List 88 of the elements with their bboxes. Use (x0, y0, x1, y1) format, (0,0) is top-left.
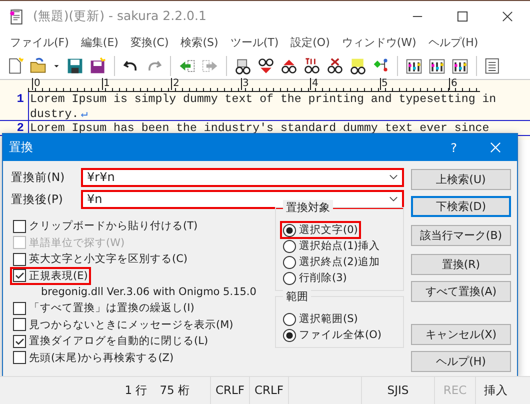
open-folder-icon[interactable] (29, 57, 47, 75)
radio-button[interactable] (283, 224, 296, 236)
common-settings-icon[interactable] (451, 57, 469, 75)
radio-button[interactable] (283, 312, 296, 326)
replace-icon[interactable] (303, 57, 321, 75)
clear-mark-icon[interactable] (326, 57, 344, 75)
dialog-button[interactable]: 置換(R) (411, 254, 511, 275)
ruler-number: 3 (240, 78, 249, 90)
menu-item[interactable]: 編集(E) (74, 34, 124, 50)
chevron-down-icon[interactable] (389, 196, 398, 202)
settings-icon[interactable] (405, 57, 423, 75)
ruler-number: 4 (310, 78, 318, 90)
dialog-button[interactable]: 該当行マーク(B) (411, 225, 511, 246)
radio-label[interactable]: 選択始点(1)挿入 (299, 239, 380, 253)
checkbox[interactable] (13, 220, 26, 233)
status-field: CRLF (249, 377, 288, 404)
line-end-mark: ↵ (80, 108, 88, 120)
text-line: dustry. ↵ (29, 106, 88, 120)
ruler-number: 2 (171, 78, 180, 90)
checkbox-label[interactable]: クリップボードから貼り付ける(T) (29, 219, 198, 234)
radio-label[interactable]: 選択範囲(S) (299, 312, 358, 326)
checkbox-label[interactable]: 正規表現(E) (29, 268, 88, 283)
app-icon (8, 8, 25, 24)
window-title: (無題)(更新) - sakura 2.2.0.1 (33, 8, 208, 24)
checkbox[interactable] (13, 269, 26, 282)
group-title: 置換対象 (283, 200, 333, 215)
combo-field[interactable]: ¥r¥n (81, 168, 404, 186)
type-settings-icon[interactable] (428, 57, 446, 75)
save-all-icon[interactable] (89, 57, 107, 75)
window-list-icon[interactable] (484, 57, 502, 75)
menu-item[interactable]: ウィンドウ(W) (336, 34, 422, 50)
mark-lines-icon[interactable] (349, 57, 367, 75)
binoculars-icon[interactable] (234, 57, 252, 75)
checkbox-label[interactable]: 「すべて置換」は置換の繰返し(I) (29, 301, 194, 316)
checkbox[interactable] (13, 302, 26, 315)
dialog-button[interactable]: 下検索(D) (411, 196, 511, 217)
checkbox-label[interactable]: 置換ダイアログを自動的に閉じる(L) (29, 334, 208, 348)
text-line: Lorem Ipsum has been the industry's standard dummy text ever since (29, 122, 490, 134)
back-arrow-icon[interactable] (178, 57, 196, 75)
ruler-number: 6 (449, 78, 458, 90)
field-label: 置換前(N) (11, 170, 66, 184)
radio-label[interactable]: ファイル全体(O) (299, 328, 382, 342)
chevron-down-icon[interactable] (389, 174, 398, 180)
status-field: 1 行 75 桁 (30, 377, 210, 404)
maximize-icon[interactable] (457, 10, 468, 22)
checkbox[interactable] (13, 252, 26, 266)
ruler-number: 1 (102, 78, 110, 90)
checkbox[interactable] (13, 334, 26, 348)
status-field: 挿入 (475, 377, 516, 404)
radio-label[interactable]: 選択終点(2)追加 (299, 255, 380, 269)
radio-button[interactable] (283, 240, 296, 252)
checkbox-label[interactable]: 英大文字と小文字を区別する(C) (29, 252, 188, 266)
radio-label[interactable]: 行削除(3) (299, 271, 347, 285)
field-label: 置換後(P) (11, 192, 64, 206)
group-title: 範囲 (283, 289, 311, 304)
dialog-button[interactable]: ヘルプ(H) (411, 351, 511, 372)
text-line: Lorem Ipsum is simply dummy text of the printing and typesetting in (29, 92, 496, 106)
checkbox[interactable] (13, 351, 26, 364)
radio-button[interactable] (283, 272, 296, 284)
menu-item[interactable]: 検索(S) (174, 34, 224, 50)
radio-button[interactable] (283, 328, 296, 342)
find-up-icon[interactable] (280, 57, 298, 75)
radio-label[interactable]: 選択文字(0) (299, 223, 358, 237)
new-file-icon[interactable] (6, 57, 24, 75)
menu-item[interactable]: 変換(C) (124, 34, 175, 50)
save-icon[interactable] (66, 57, 84, 75)
status-field: REC (434, 377, 475, 404)
dialog-title: 置換 (9, 139, 34, 156)
dialog-button[interactable]: すべて置換(A) (411, 281, 511, 302)
ruler-number: 0 (32, 78, 40, 90)
help-button[interactable]: ? (450, 140, 457, 154)
find-down-icon[interactable] (257, 57, 275, 75)
menu-item[interactable]: 設定(O) (284, 34, 336, 50)
library-note: bregonig.dll Ver.3.06 with Onigmo 5.15.0 (40, 285, 258, 300)
dialog-button[interactable]: キャンセル(X) (411, 324, 511, 345)
close-icon[interactable] (502, 10, 513, 22)
status-field: CRLF (210, 377, 249, 404)
menu-item[interactable]: ファイル(F) (4, 34, 75, 50)
menu-item[interactable]: ツール(T) (224, 34, 285, 50)
menu-item[interactable]: ヘルプ(H) (422, 34, 484, 50)
status-field: SJIS (361, 377, 434, 404)
ruler-number: 5 (380, 78, 388, 90)
checkbox-label[interactable]: 先頭(末尾)から再検索する(Z) (29, 350, 174, 365)
checkbox-label[interactable]: 見つからないときにメッセージを表示(M) (29, 318, 234, 332)
radio-button[interactable] (283, 256, 296, 268)
line-number: 1 (0, 92, 29, 106)
checkbox[interactable] (13, 318, 26, 332)
dialog-button[interactable]: 上検索(U) (411, 169, 511, 190)
